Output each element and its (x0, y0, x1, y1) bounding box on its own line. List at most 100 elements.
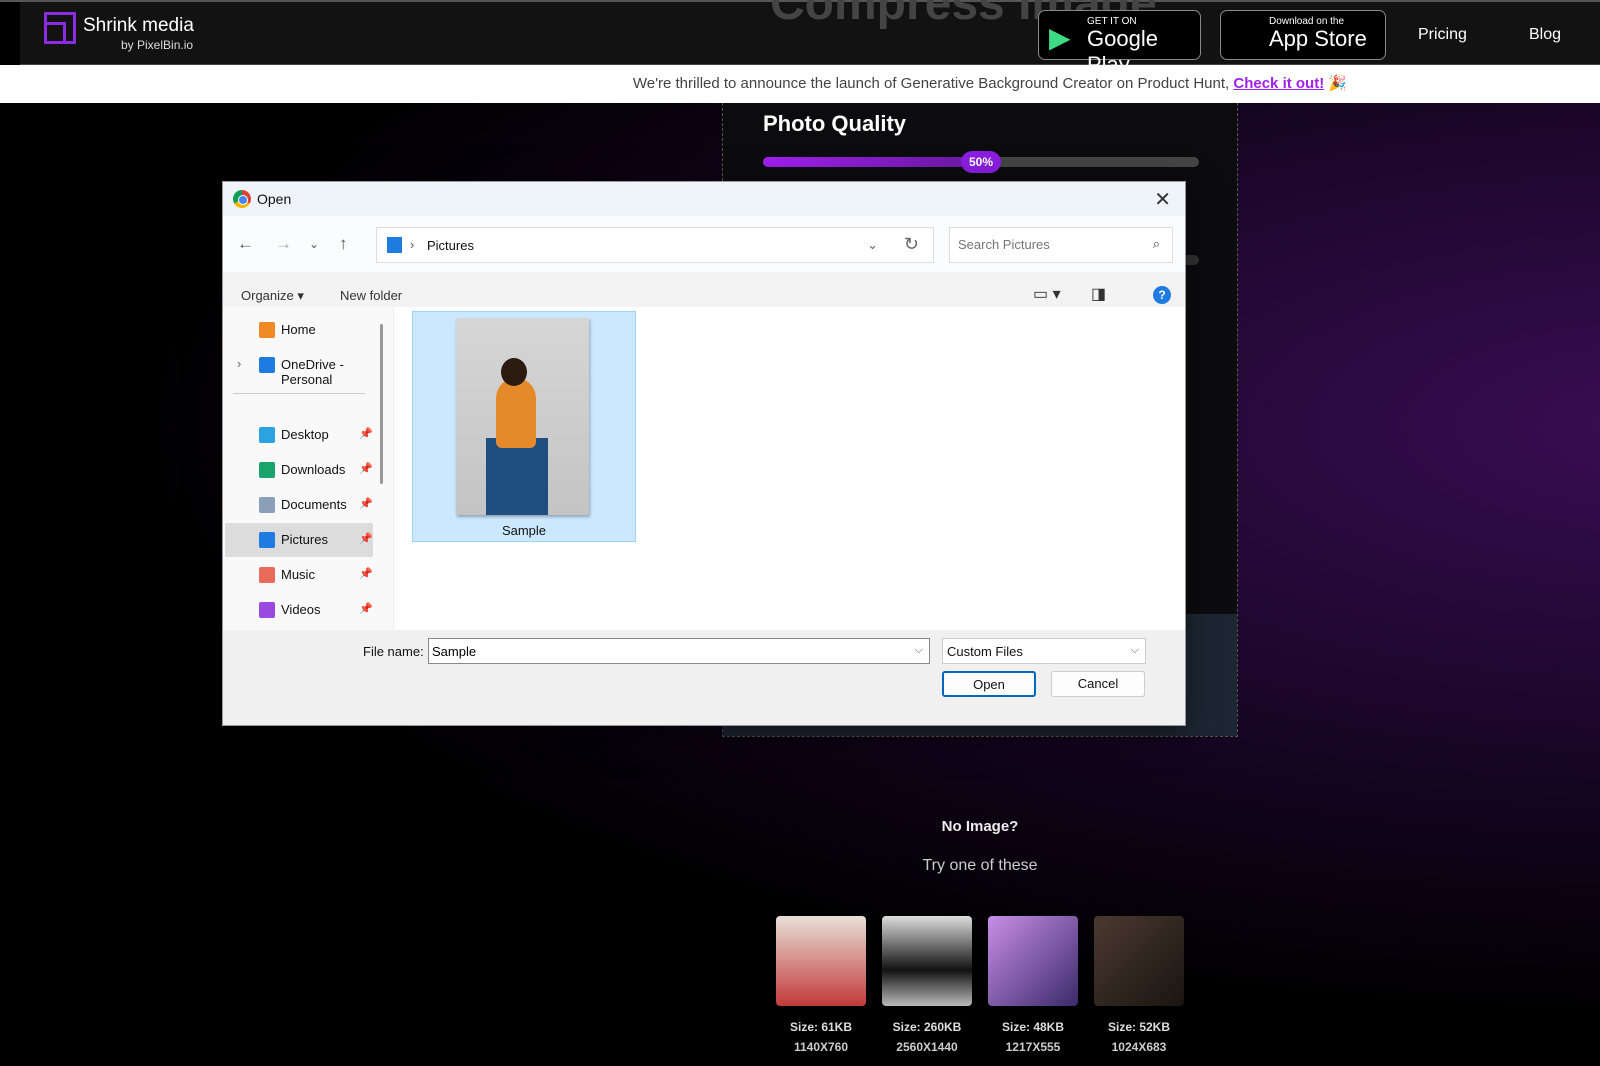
file-type-value: Custom Files (947, 644, 1023, 659)
file-type-select[interactable]: Custom Files ⌵ (942, 638, 1146, 664)
file-name-label: File name: (363, 644, 424, 659)
thumb-shape (486, 438, 548, 515)
pin-icon[interactable]: 📌 (359, 532, 373, 545)
file-list: Sample (393, 307, 1185, 630)
sample-thumbnail[interactable] (882, 916, 972, 1006)
sample-dimensions: 2560X1440 (896, 1040, 958, 1054)
sidebar-item-onedrive[interactable]: › OneDrive - Personal (225, 348, 373, 387)
file-item-sample[interactable]: Sample (412, 311, 636, 542)
music-icon (259, 567, 275, 583)
thumb-shape (496, 378, 536, 448)
home-icon (259, 322, 275, 338)
sample-size: Size: 260KB (892, 1020, 962, 1034)
pin-icon[interactable]: 📌 (359, 567, 373, 580)
expand-chevron-icon[interactable]: › (237, 356, 241, 371)
dialog-title: Open (257, 191, 292, 207)
forward-icon[interactable]: → (275, 234, 292, 254)
try-subtitle: Try one of these (922, 857, 1038, 874)
help-icon[interactable]: ? (1153, 286, 1171, 304)
file-name-label: Sample (501, 523, 547, 538)
pin-icon[interactable]: 📌 (359, 602, 373, 615)
file-thumbnail (456, 318, 589, 515)
sidebar-divider (233, 393, 365, 394)
onedrive-icon (259, 357, 275, 373)
sidebar-item-pictures[interactable]: Pictures 📌 (225, 523, 373, 557)
view-icon[interactable]: ▭ ▾ (1033, 284, 1061, 304)
back-icon[interactable]: ← (237, 234, 254, 254)
recent-locations-icon[interactable]: ⌄ (309, 237, 319, 251)
sidebar-scrollbar[interactable] (380, 324, 383, 484)
sidebar-item-downloads[interactable]: Downloads 📌 (225, 453, 373, 487)
navbar-edge (0, 2, 20, 65)
sample-image-1[interactable]: Size: 61KB 1140X760 (776, 916, 866, 1054)
breadcrumb-separator: › (410, 237, 415, 252)
file-name-input[interactable] (432, 644, 902, 659)
file-name-field[interactable]: ⌵ (428, 638, 930, 664)
google-play-button[interactable]: ▶ GET IT ON Google Play (1038, 10, 1201, 77)
sample-dimensions: 1217X555 (1005, 1040, 1061, 1054)
pin-icon[interactable]: 📌 (359, 497, 373, 510)
dialog-titlebar: Open ✕ (223, 182, 1185, 216)
sample-thumbnail[interactable] (1094, 916, 1184, 1006)
chevron-down-icon[interactable]: ⌄ (867, 237, 878, 253)
top-navbar: Compress Image Shrink media by PixelBin.i… (0, 0, 1600, 77)
sample-image-4[interactable]: Size: 52KB 1024X683 (1094, 916, 1184, 1054)
sample-size: Size: 52KB (1107, 1020, 1171, 1034)
sidebar-item-label: Home (281, 322, 316, 337)
documents-icon (259, 497, 275, 513)
brand[interactable]: Shrink media by PixelBin.io (83, 15, 194, 52)
sample-size: Size: 48KB (1001, 1020, 1065, 1034)
search-icon[interactable]: ⌕ (1153, 236, 1160, 252)
nav-pricing[interactable]: Pricing (1418, 26, 1467, 44)
logo-icon[interactable] (44, 12, 76, 44)
sample-dimensions: 1024X683 (1111, 1040, 1167, 1054)
sidebar-item-label: Desktop (281, 427, 329, 442)
sample-image-3[interactable]: Size: 48KB 1217X555 (988, 916, 1078, 1054)
slider-knob[interactable]: 50% (961, 151, 1001, 173)
preview-pane-icon[interactable]: ◨ (1091, 284, 1106, 304)
dialog-footer: File name: ⌵ Custom Files ⌵ Open Cancel (223, 630, 1185, 725)
brand-sub: by PixelBin.io (121, 38, 194, 52)
close-icon[interactable]: ✕ (1154, 187, 1171, 212)
pin-icon[interactable]: 📌 (359, 462, 373, 475)
download-icon (259, 462, 275, 478)
breadcrumb-pictures[interactable]: Pictures (427, 238, 474, 253)
pictures-icon (259, 532, 275, 548)
cancel-button[interactable]: Cancel (1051, 671, 1145, 697)
chevron-down-icon[interactable]: ⌵ (915, 644, 923, 657)
pin-icon[interactable]: 📌 (359, 427, 373, 440)
open-button[interactable]: Open (942, 671, 1036, 697)
organize-button[interactable]: Organize ▾ (241, 288, 304, 304)
sidebar-item-music[interactable]: Music 📌 (225, 558, 373, 592)
refresh-icon[interactable]: ↻ (904, 234, 919, 255)
photo-quality-title: Photo Quality (763, 111, 906, 136)
chrome-icon (233, 190, 251, 208)
search-box[interactable]: ⌕ (949, 227, 1173, 263)
sidebar-item-desktop[interactable]: Desktop 📌 (225, 418, 373, 452)
sidebar-item-label: Documents (281, 497, 347, 512)
slider-fill (763, 157, 981, 167)
address-bar[interactable]: › Pictures ⌄ ↻ (376, 227, 934, 263)
quality-slider[interactable]: 50% (763, 151, 1199, 173)
new-folder-button[interactable]: New folder (340, 288, 402, 303)
sidebar-item-label: Pictures (281, 532, 328, 547)
check-it-out-link[interactable]: Check it out! (1233, 75, 1324, 92)
brand-name: Shrink media (83, 15, 194, 36)
nav-blog[interactable]: Blog (1529, 26, 1561, 44)
chevron-down-icon: ⌵ (1130, 644, 1139, 656)
party-emoji: 🎉 (1328, 75, 1348, 92)
sidebar-item-documents[interactable]: Documents 📌 (225, 488, 373, 522)
sidebar-item-label: Music (281, 567, 315, 582)
sample-dimensions: 1140X760 (793, 1040, 849, 1054)
sample-image-2[interactable]: Size: 260KB 2560X1440 (882, 916, 972, 1054)
search-input[interactable] (958, 237, 1138, 252)
up-icon[interactable]: ↑ (339, 234, 348, 254)
sidebar-item-home[interactable]: Home (225, 313, 373, 347)
google-play-icon: ▶ (1049, 22, 1071, 53)
sidebar-item-videos[interactable]: Videos 📌 (225, 593, 373, 627)
sample-thumbnail[interactable] (776, 916, 866, 1006)
navigation-row: ← → ⌄ ↑ › Pictures ⌄ ↻ ⌕ (223, 216, 1185, 272)
app-store-big: App Store (1269, 26, 1367, 51)
app-store-button[interactable]: Download on the App Store (1220, 10, 1386, 60)
sample-thumbnail[interactable] (988, 916, 1078, 1006)
